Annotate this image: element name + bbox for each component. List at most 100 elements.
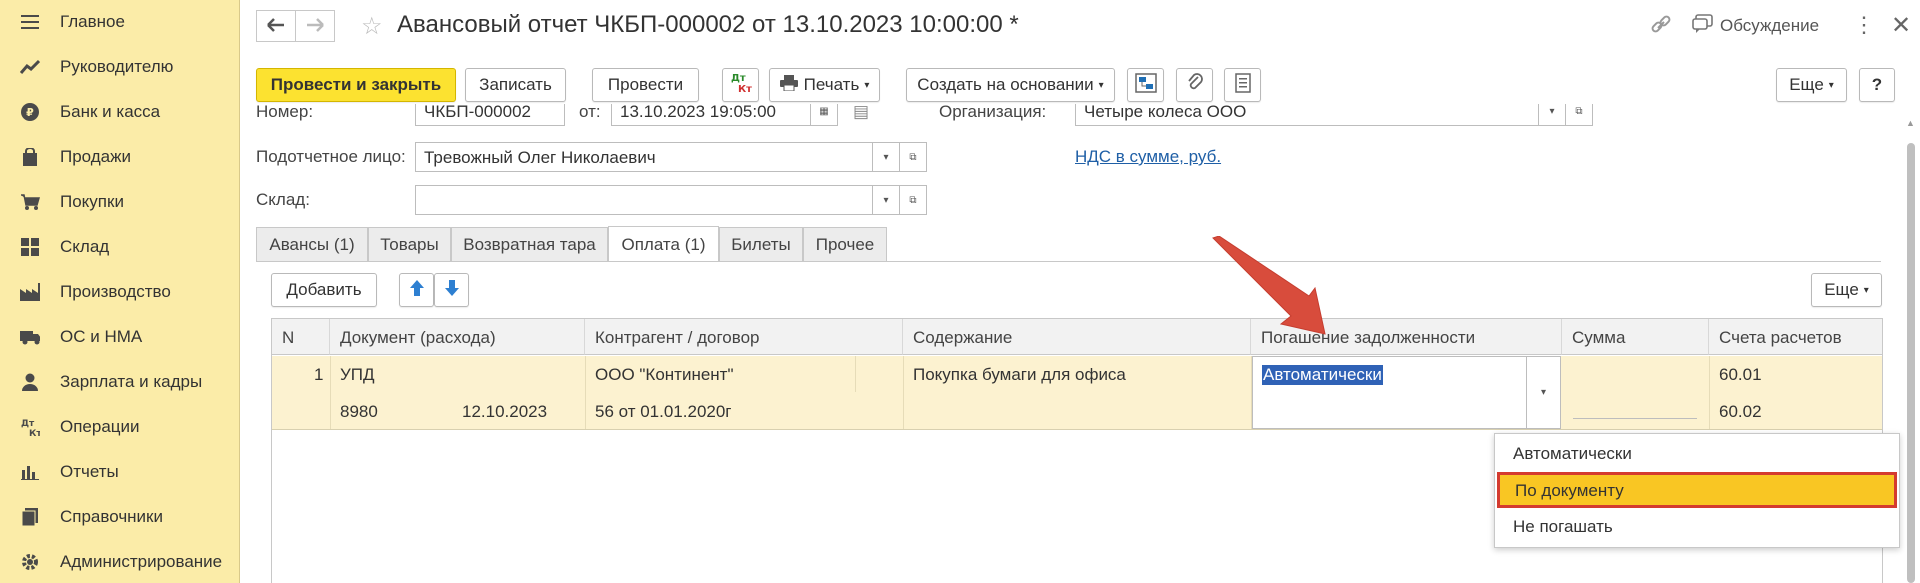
- sidebar-item-sales[interactable]: Продажи: [0, 137, 240, 177]
- tab-goods[interactable]: Товары: [368, 227, 451, 261]
- menu-icon: [20, 12, 40, 32]
- sidebar-item-assets[interactable]: ОС и НМА: [0, 317, 240, 357]
- close-icon[interactable]: ✕: [1891, 11, 1911, 40]
- repayment-input[interactable]: Автоматически ▾: [1252, 356, 1561, 429]
- post-and-close-button[interactable]: Провести и закрыть: [256, 68, 456, 102]
- sidebar-item-main[interactable]: Главное: [0, 2, 240, 42]
- contract[interactable]: 56 от 01.01.2020г: [595, 402, 732, 422]
- svg-text:Кт: Кт: [738, 84, 752, 95]
- sidebar-item-label: Справочники: [60, 507, 163, 526]
- printer-icon: [779, 74, 798, 96]
- sidebar-item-label: Продажи: [60, 147, 131, 166]
- more-button[interactable]: Еще ▾: [1776, 68, 1847, 102]
- dropdown-option-by-document[interactable]: По документу: [1497, 472, 1897, 508]
- column-header-content[interactable]: Содержание: [903, 319, 1251, 355]
- back-button[interactable]: [256, 10, 296, 42]
- calendar-icon: ▦: [819, 105, 829, 117]
- move-up-button[interactable]: [399, 273, 434, 307]
- sidebar-item-purchases[interactable]: Покупки: [0, 182, 240, 222]
- organization-label: Организация:: [939, 104, 1047, 121]
- tab-other[interactable]: Прочее: [803, 227, 887, 261]
- warehouse-field[interactable]: [415, 185, 873, 215]
- help-button[interactable]: ?: [1859, 68, 1895, 102]
- sidebar-item-reports[interactable]: Отчеты: [0, 452, 240, 492]
- create-based-on-button[interactable]: Создать на основании ▾: [906, 68, 1115, 102]
- add-button[interactable]: Добавить: [271, 273, 377, 307]
- forward-button[interactable]: [295, 10, 335, 42]
- accountable-person-dropdown-button[interactable]: ▾: [872, 142, 900, 172]
- organization-field[interactable]: Четыре колеса ООО: [1075, 104, 1539, 126]
- arrow-up-icon: [409, 279, 425, 302]
- scroll-up-icon[interactable]: ▲: [1906, 118, 1915, 128]
- post-button[interactable]: Провести: [592, 68, 699, 102]
- dropdown-option-auto[interactable]: Автоматически: [1495, 436, 1899, 472]
- tab-payment[interactable]: Оплата (1): [608, 226, 719, 262]
- organization-dropdown-button[interactable]: ▾: [1538, 104, 1566, 126]
- bag-icon: [20, 147, 40, 167]
- print-button[interactable]: Печать ▾: [769, 68, 880, 102]
- repayment-dropdown-button[interactable]: ▾: [1526, 357, 1560, 428]
- discussion-button[interactable]: Обсуждение: [1720, 16, 1819, 36]
- column-header-counterparty[interactable]: Контрагент / договор: [585, 319, 903, 355]
- link-icon[interactable]: [1650, 14, 1672, 42]
- column-header-amount[interactable]: Сумма: [1562, 319, 1709, 355]
- document-number[interactable]: 8980: [340, 402, 378, 422]
- favorite-star-icon[interactable]: ☆: [361, 12, 383, 41]
- column-header-accounts[interactable]: Счета расчетов: [1709, 319, 1882, 355]
- amount-field[interactable]: [1573, 418, 1697, 419]
- arrow-right-icon: [306, 15, 324, 38]
- document-date[interactable]: 12.10.2023: [462, 402, 547, 422]
- account-1[interactable]: 60.01: [1719, 365, 1762, 385]
- report-button[interactable]: [1224, 68, 1261, 102]
- number-field[interactable]: ЧКБП-000002: [415, 104, 565, 126]
- column-header-n[interactable]: N: [272, 319, 330, 355]
- dt-kt-button[interactable]: Дт Кт: [722, 68, 759, 102]
- chevron-down-icon: ▾: [864, 79, 870, 91]
- tab-advances[interactable]: Авансы (1): [256, 227, 368, 261]
- truck-icon: [20, 327, 40, 347]
- sidebar-item-bank[interactable]: ₽ Банк и касса: [0, 92, 240, 132]
- sidebar: Главное Руководителю ₽ Банк и касса Прод…: [0, 0, 240, 583]
- sidebar-item-warehouse[interactable]: Склад: [0, 227, 240, 267]
- date-field[interactable]: 13.10.2023 19:05:00: [611, 104, 811, 126]
- sidebar-item-hr[interactable]: Зарплата и кадры: [0, 362, 240, 402]
- chevron-down-icon: ▾: [1098, 79, 1104, 91]
- sidebar-item-operations[interactable]: Дт Кт Операции: [0, 407, 240, 447]
- account-2[interactable]: 60.02: [1719, 402, 1762, 422]
- content[interactable]: Покупка бумаги для офиса: [913, 365, 1126, 385]
- tab-returnable-packaging[interactable]: Возвратная тара: [451, 227, 608, 261]
- document-type[interactable]: УПД: [340, 365, 375, 385]
- sidebar-item-label: Покупки: [60, 192, 124, 211]
- counterparty[interactable]: ООО "Континент": [595, 365, 734, 385]
- sidebar-item-production[interactable]: Производство: [0, 272, 240, 312]
- vat-amount-link[interactable]: НДС в сумме, руб.: [1075, 147, 1221, 167]
- svg-text:Дт: Дт: [731, 73, 746, 84]
- column-header-document[interactable]: Документ (расхода): [330, 319, 585, 355]
- row-number: 1: [314, 365, 324, 384]
- structure-button[interactable]: [1127, 68, 1164, 102]
- accountable-person-field[interactable]: Тревожный Олег Николаевич: [415, 142, 873, 172]
- accountable-person-open-button[interactable]: ⧉: [899, 142, 927, 172]
- repayment-value: Автоматически: [1262, 365, 1383, 385]
- save-button[interactable]: Записать: [465, 68, 566, 102]
- sidebar-item-manager[interactable]: Руководителю: [0, 47, 240, 87]
- more-vertical-icon[interactable]: ⋮: [1853, 12, 1875, 38]
- tab-divider: [256, 261, 1881, 262]
- sidebar-item-references[interactable]: Справочники: [0, 497, 240, 537]
- dropdown-option-no-repayment[interactable]: Не погашать: [1495, 509, 1899, 545]
- attach-button[interactable]: [1176, 68, 1213, 102]
- date-label: от:: [579, 104, 601, 121]
- sidebar-item-admin[interactable]: Администрирование: [0, 542, 240, 582]
- document-form: ☆ Авансовый отчет ЧКБП-000002 от 13.10.2…: [241, 0, 1920, 583]
- date-extra-icon[interactable]: ▤: [853, 104, 869, 122]
- vertical-scrollbar[interactable]: ▲: [1906, 118, 1916, 583]
- warehouse-open-button[interactable]: ⧉: [899, 185, 927, 215]
- table-more-button[interactable]: Еще ▾: [1811, 273, 1882, 307]
- warehouse-dropdown-button[interactable]: ▾: [872, 185, 900, 215]
- scrollbar-thumb[interactable]: [1907, 143, 1915, 583]
- calendar-button[interactable]: ▦: [810, 104, 838, 126]
- move-down-button[interactable]: [434, 273, 469, 307]
- organization-open-button[interactable]: ⧉: [1565, 104, 1593, 126]
- factory-icon: [20, 282, 40, 302]
- tab-tickets[interactable]: Билеты: [719, 227, 803, 261]
